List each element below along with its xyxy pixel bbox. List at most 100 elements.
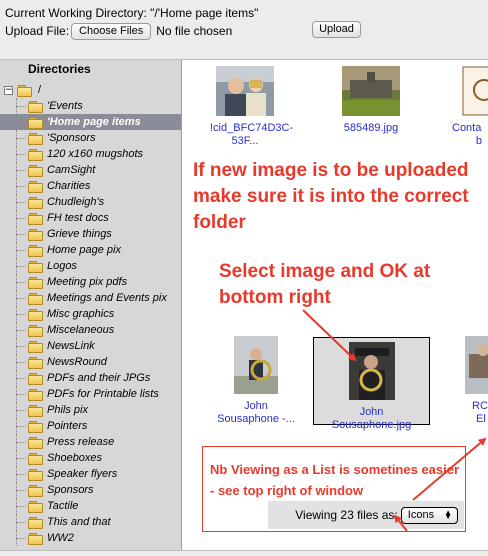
directory-list: 'Events 'Home page items 'Sponsors 120 x160… (0, 98, 181, 546)
tree-root-label: / (38, 84, 42, 96)
folder-icon (28, 228, 43, 241)
upload-file-label: Upload File: (5, 24, 70, 38)
sidebar-folder-item[interactable]: Chudleigh's (0, 194, 181, 210)
folder-icon (28, 276, 43, 289)
file-name-line2: 53F... (231, 135, 259, 147)
folder-icon (28, 180, 43, 193)
sidebar-folder-label: Logos (47, 260, 77, 272)
sidebar-folder-label: PDFs and their JPGs (47, 372, 151, 384)
photo-people-thumbnail (216, 66, 274, 116)
file-name-line1: RCO (472, 400, 488, 412)
directories-heading: Directories (28, 62, 91, 76)
sidebar-folder-label: PDFs for Printable lists (47, 388, 159, 400)
sidebar-folder-label: Tactile (47, 500, 79, 512)
file-name-line2: El (476, 413, 486, 425)
sidebar-folder-item[interactable]: PDFs and their JPGs (0, 370, 181, 386)
view-mode-select[interactable]: Icons ▲ ▼ (400, 506, 458, 524)
viewing-count-text: Viewing 23 files as: (295, 508, 398, 522)
folder-icon (28, 420, 43, 433)
folder-icon (28, 164, 43, 177)
file-thumbnail[interactable]: Conta b (452, 66, 488, 148)
sidebar-folder-item[interactable]: 'Sponsors (0, 130, 181, 146)
sidebar-folder-label: Press release (47, 436, 115, 448)
sidebar-folder-item[interactable]: Meeting pix pdfs (0, 274, 181, 290)
sidebar-folder-item[interactable]: Tactile (0, 498, 181, 514)
folder-icon (28, 212, 43, 225)
file-thumbnail[interactable]: 585489.jpg (333, 66, 409, 135)
sidebar-folder-item[interactable]: Pointers (0, 418, 181, 434)
no-file-chosen-text: No file chosen (156, 24, 233, 38)
sidebar-folder-label: NewsLink (47, 340, 95, 352)
folder-icon (28, 292, 43, 305)
sidebar-folder-item[interactable]: Speaker flyers (0, 466, 181, 482)
sidebar-folder-item[interactable]: NewsLink (0, 338, 181, 354)
upload-header: Current Working Directory: "/'Home page … (0, 0, 488, 60)
folder-icon (28, 148, 43, 161)
sidebar-folder-item[interactable]: Shoeboxes (0, 450, 181, 466)
view-mode-value: Icons (407, 509, 435, 521)
sidebar-folder-item[interactable]: Phils pix (0, 402, 181, 418)
folder-icon (17, 84, 32, 97)
file-thumbnail-selected[interactable]: John Sousaphone.jpg (313, 337, 430, 431)
photo-group-thumbnail (465, 336, 488, 394)
file-name-line1: !cid_BFC74D3C- (210, 122, 294, 134)
sidebar-folder-item[interactable]: Grieve things (0, 226, 181, 242)
sidebar-folder-label: Chudleigh's (47, 196, 105, 208)
sidebar-folder-item[interactable]: 'Home page items (0, 114, 181, 130)
current-directory-text: Current Working Directory: "/'Home page … (5, 6, 259, 20)
tree-root[interactable]: − / (4, 82, 41, 98)
file-name-line1: John (244, 400, 268, 412)
folder-icon (28, 436, 43, 449)
sidebar-folder-label: CamSight (47, 164, 96, 176)
annotation-select-note: Select image and OK at bottom right (219, 261, 431, 308)
sidebar-folder-label: This and that (47, 516, 111, 528)
folder-icon (28, 324, 43, 337)
folder-icon (28, 132, 43, 145)
sidebar-folder-item[interactable]: Sponsors (0, 482, 181, 498)
sidebar-folder-item[interactable]: Meetings and Events pix (0, 290, 181, 306)
sidebar-folder-item[interactable]: 'Events (0, 98, 181, 114)
sidebar-folder-label: Home page pix (47, 244, 121, 256)
folder-icon (28, 500, 43, 513)
sidebar-folder-label: 'Events (47, 100, 83, 112)
folder-icon (28, 100, 43, 113)
file-name-line1: 585489.jpg (343, 122, 399, 134)
sidebar-folder-label: 'Sponsors (47, 132, 96, 144)
sidebar-folder-item[interactable]: CamSight (0, 162, 181, 178)
sidebar-folder-label: Pointers (47, 420, 88, 432)
sidebar-folder-item[interactable]: Press release (0, 434, 181, 450)
sidebar-folder-item[interactable]: Misc graphics (0, 306, 181, 322)
file-thumbnail[interactable]: John Sousaphone -... (211, 336, 301, 426)
sidebar-folder-item[interactable]: WW2 (0, 530, 181, 546)
photo-building-thumbnail (342, 66, 400, 116)
file-name-line2: Sousaphone.jpg (331, 419, 412, 431)
sidebar-folder-item[interactable]: PDFs for Printable lists (0, 386, 181, 402)
sidebar-folder-item[interactable]: Logos (0, 258, 181, 274)
file-name-line1: Conta (452, 122, 482, 134)
sidebar-folder-label: Phils pix (47, 404, 88, 416)
folder-icon (28, 260, 43, 273)
file-name-line2: b (475, 135, 482, 147)
folder-icon (28, 244, 43, 257)
folder-icon (28, 388, 43, 401)
file-name-line2: Sousaphone -... (217, 413, 295, 425)
sidebar-folder-item[interactable]: 120 x160 mugshots (0, 146, 181, 162)
sidebar-folder-label: Meeting pix pdfs (47, 276, 128, 288)
sidebar-folder-item[interactable]: Charities (0, 178, 181, 194)
upload-button[interactable]: Upload (312, 21, 361, 38)
folder-icon (28, 516, 43, 529)
sidebar-folder-label: 'Home page items (47, 116, 141, 128)
sidebar-folder-item[interactable]: NewsRound (0, 354, 181, 370)
collapse-toggle-icon[interactable]: − (4, 85, 13, 95)
folder-icon (28, 372, 43, 385)
sidebar-folder-item[interactable]: This and that (0, 514, 181, 530)
sidebar-folder-item[interactable]: FH test docs (0, 210, 181, 226)
choose-files-button[interactable]: Choose Files (71, 22, 152, 40)
file-thumbnail[interactable]: RCO El (459, 336, 488, 426)
folder-icon (28, 532, 43, 545)
footer-strip (0, 550, 488, 556)
file-thumbnail[interactable]: !cid_BFC74D3C- 53F... (210, 66, 294, 148)
sidebar-folder-item[interactable]: Home page pix (0, 242, 181, 258)
sidebar-folder-item[interactable]: Miscelaneous (0, 322, 181, 338)
annotation-list-view-note: Nb Viewing as a List is sometines easier… (210, 462, 460, 498)
